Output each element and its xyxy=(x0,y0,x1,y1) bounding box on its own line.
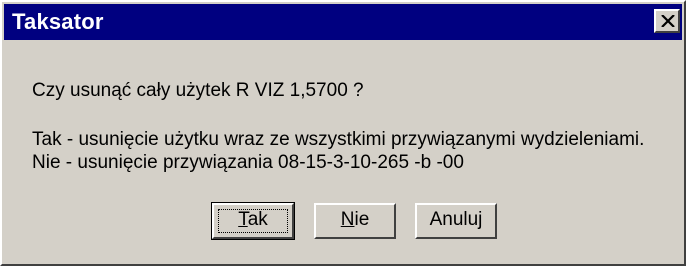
cancel-button-label: Anuluj xyxy=(429,209,483,230)
yes-button-label: Tak xyxy=(238,209,268,230)
no-button[interactable]: Nie xyxy=(314,203,396,239)
yes-explanation-text: Tak - usunięcie użytku wraz ze wszystkim… xyxy=(32,129,645,150)
close-icon xyxy=(661,15,675,27)
cancel-button[interactable]: Anuluj xyxy=(415,203,497,239)
title-bar[interactable]: Taksator xyxy=(4,4,682,40)
close-button[interactable] xyxy=(654,9,680,33)
message-dialog: Taksator Czy usunąć cały użytek R VIZ 1,… xyxy=(0,0,686,266)
yes-button[interactable]: Tak xyxy=(211,202,295,240)
no-button-label: Nie xyxy=(340,209,370,230)
no-explanation-text: Nie - usunięcie przywiązania 08-15-3-10-… xyxy=(32,152,464,173)
window-title: Taksator xyxy=(12,9,104,34)
question-text: Czy usunąć cały użytek R VIZ 1,5700 ? xyxy=(32,80,364,101)
